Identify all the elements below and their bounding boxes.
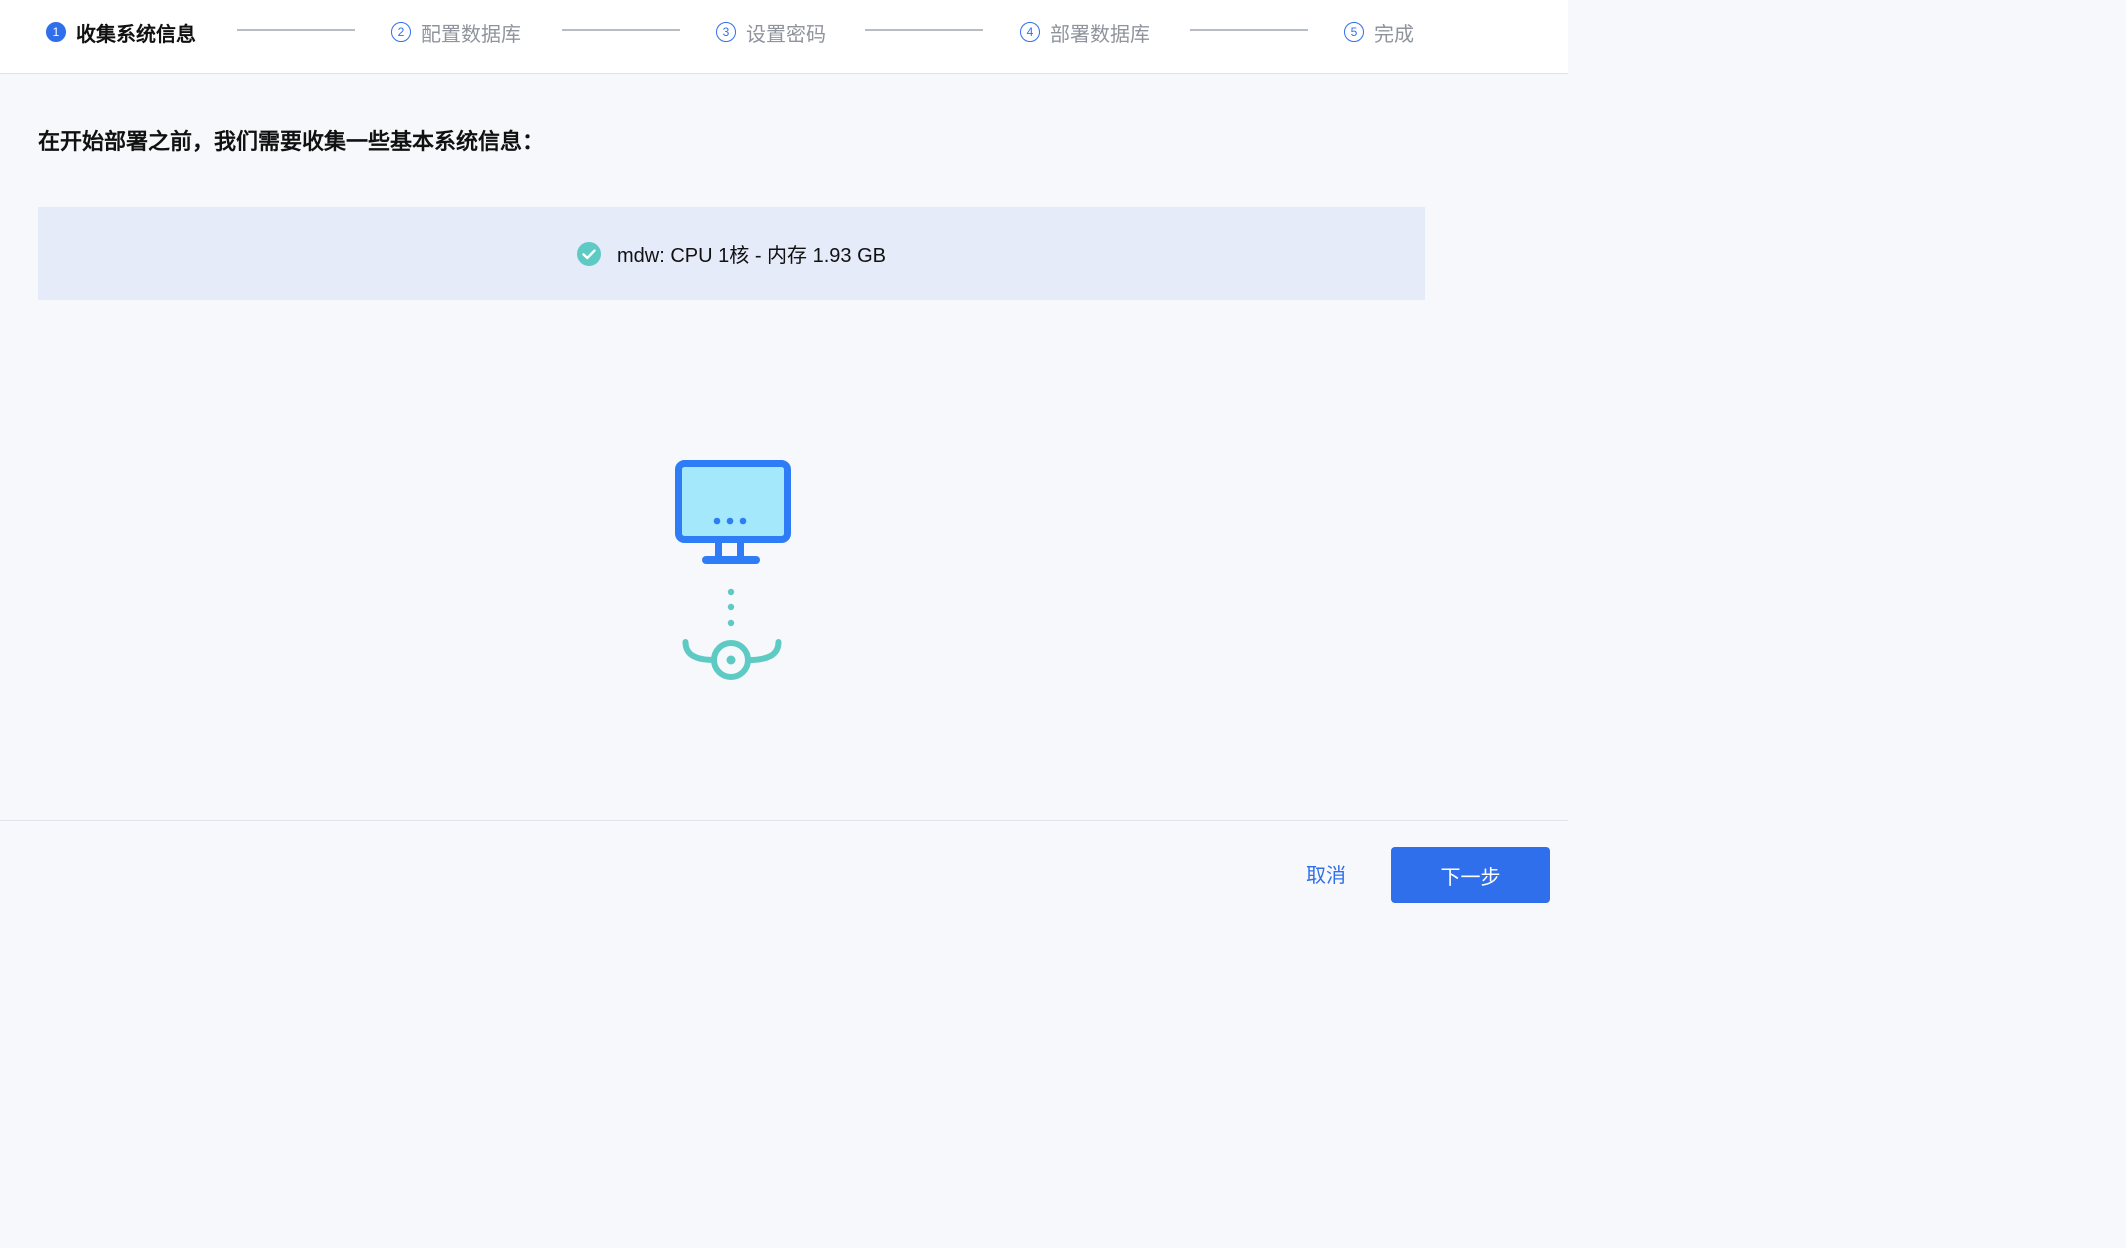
next-step-button[interactable]: 下一步 [1391,847,1550,903]
step-connector [562,29,680,31]
step-connector [1190,29,1308,31]
cancel-button[interactable]: 取消 [1306,859,1346,888]
computer-monitor-icon [675,460,791,564]
step-number-1: 1 [46,22,66,42]
step-label: 配置数据库 [421,21,521,46]
system-scan-illustration [675,460,791,680]
step-label: 部署数据库 [1050,21,1150,46]
page-headline: 在开始部署之前，我们需要收集一些基本系统信息： [38,130,545,155]
step-number-4: 4 [1020,22,1040,42]
step-set-password[interactable]: 3 设置密码 [716,18,826,46]
footer-actions: 取消 下一步 [0,820,1568,920]
network-node-icon [682,588,782,680]
stepper: 1 收集系统信息 2 配置数据库 3 设置密码 4 部署数据库 5 完成 [0,0,1568,74]
step-label: 完成 [1374,21,1414,46]
step-deploy-database[interactable]: 4 部署数据库 [1020,18,1150,46]
step-number-3: 3 [716,22,736,42]
system-info-text: mdw: CPU 1核 - 内存 1.93 GB [617,245,886,267]
step-configure-database[interactable]: 2 配置数据库 [391,18,521,46]
step-connector [865,29,983,31]
step-label: 设置密码 [746,21,826,46]
step-finish[interactable]: 5 完成 [1344,18,1414,46]
step-collect-system-info[interactable]: 1 收集系统信息 [46,18,196,46]
step-number-2: 2 [391,22,411,42]
step-label: 收集系统信息 [76,21,196,46]
check-circle-icon [577,241,602,266]
step-connector [237,29,355,31]
system-info-banner: mdw: CPU 1核 - 内存 1.93 GB [38,207,1425,300]
step-number-5: 5 [1344,22,1364,42]
